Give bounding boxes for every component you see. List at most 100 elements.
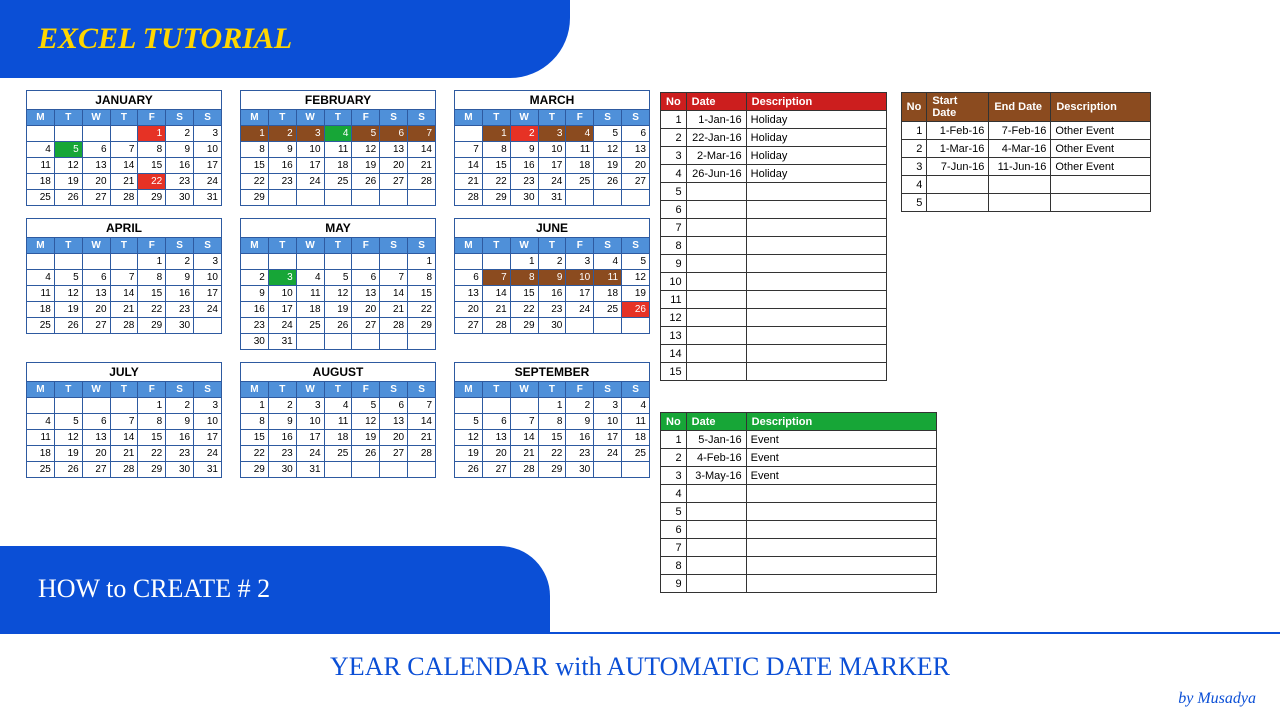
table-cell (746, 503, 936, 521)
dow-header: T (268, 110, 296, 126)
day-cell: 10 (268, 286, 296, 302)
day-cell (352, 190, 380, 206)
month-september: SEPTEMBERMTWTFSS123456789101112131415161… (454, 362, 650, 478)
day-cell: 28 (482, 318, 510, 334)
day-cell: 18 (27, 446, 55, 462)
day-cell: 9 (166, 414, 194, 430)
table-row: 21-Mar-164-Mar-16Other Event (901, 140, 1151, 158)
day-cell: 29 (138, 190, 166, 206)
day-cell: 7 (455, 142, 483, 158)
day-cell: 20 (380, 158, 408, 174)
day-cell: 3 (268, 270, 296, 286)
day-cell: 6 (82, 270, 110, 286)
day-cell: 18 (296, 302, 324, 318)
day-cell: 15 (408, 286, 436, 302)
day-cell (622, 462, 650, 478)
table-row: 15-Jan-16Event (661, 431, 937, 449)
table-cell (686, 183, 746, 201)
day-cell: 27 (622, 174, 650, 190)
day-cell (110, 254, 138, 270)
dow-header: S (166, 110, 194, 126)
table-cell (927, 176, 989, 194)
day-cell: 21 (110, 446, 138, 462)
day-cell: 24 (296, 446, 324, 462)
day-cell: 9 (566, 414, 594, 430)
day-cell: 25 (622, 446, 650, 462)
day-cell: 25 (27, 318, 55, 334)
day-cell: 1 (241, 126, 269, 142)
day-cell: 15 (138, 158, 166, 174)
day-cell: 20 (482, 446, 510, 462)
table-cell: 5 (901, 194, 927, 212)
day-cell: 22 (138, 446, 166, 462)
dow-header: T (538, 238, 566, 254)
month-title: AUGUST (240, 362, 436, 381)
day-cell: 18 (27, 174, 55, 190)
day-cell: 16 (268, 158, 296, 174)
day-cell: 3 (594, 398, 622, 414)
dow-header: F (138, 382, 166, 398)
day-cell: 22 (241, 174, 269, 190)
day-cell: 7 (408, 398, 436, 414)
day-cell: 29 (241, 190, 269, 206)
table-cell: Event (746, 467, 936, 485)
dow-header: S (594, 382, 622, 398)
day-cell: 15 (510, 286, 538, 302)
day-cell: 9 (166, 142, 194, 158)
dow-header: T (110, 238, 138, 254)
dow-header: M (455, 382, 483, 398)
day-cell (380, 254, 408, 270)
dow-header: T (54, 238, 82, 254)
day-cell: 30 (166, 462, 194, 478)
month-june: JUNEMTWTFSS12345678910111213141516171819… (454, 218, 650, 350)
month-august: AUGUSTMTWTFSS123456789101112131415161718… (240, 362, 436, 478)
dow-header: M (27, 382, 55, 398)
day-cell (408, 462, 436, 478)
top-banner: EXCEL TUTORIAL (0, 0, 570, 78)
table-row: 5 (661, 183, 887, 201)
day-cell: 3 (296, 398, 324, 414)
day-cell: 27 (82, 190, 110, 206)
dow-header: S (166, 238, 194, 254)
day-cell: 20 (82, 446, 110, 462)
day-cell (352, 334, 380, 350)
day-cell: 17 (538, 158, 566, 174)
day-cell: 26 (352, 446, 380, 462)
table-cell (686, 237, 746, 255)
day-cell (594, 190, 622, 206)
dow-header: M (455, 110, 483, 126)
month-title: JULY (26, 362, 222, 381)
day-cell: 14 (408, 142, 436, 158)
table-cell: 4 (661, 165, 687, 183)
day-cell: 6 (352, 270, 380, 286)
day-cell: 17 (194, 158, 222, 174)
table-cell: 7 (661, 219, 687, 237)
table-cell: 4-Feb-16 (686, 449, 746, 467)
day-cell: 16 (538, 286, 566, 302)
day-cell: 24 (538, 174, 566, 190)
day-cell: 2 (510, 126, 538, 142)
dow-header: F (566, 382, 594, 398)
day-cell: 17 (594, 430, 622, 446)
dow-header: S (166, 382, 194, 398)
day-cell: 22 (408, 302, 436, 318)
day-cell: 16 (166, 430, 194, 446)
day-cell: 27 (352, 318, 380, 334)
month-may: MAYMTWTFSS123456789101112131415161718192… (240, 218, 436, 350)
day-cell (566, 190, 594, 206)
day-cell: 31 (194, 190, 222, 206)
dow-header: S (408, 110, 436, 126)
day-cell: 23 (268, 446, 296, 462)
day-cell: 12 (54, 158, 82, 174)
day-cell: 21 (455, 174, 483, 190)
day-cell: 16 (166, 158, 194, 174)
table-row: 7 (661, 219, 887, 237)
table-cell: 14 (661, 345, 687, 363)
day-cell: 7 (482, 270, 510, 286)
day-cell: 15 (241, 158, 269, 174)
day-cell (324, 334, 352, 350)
dow-header: M (241, 382, 269, 398)
table-cell: 9 (661, 575, 687, 593)
day-cell: 6 (82, 142, 110, 158)
table-cell: 2 (661, 449, 687, 467)
